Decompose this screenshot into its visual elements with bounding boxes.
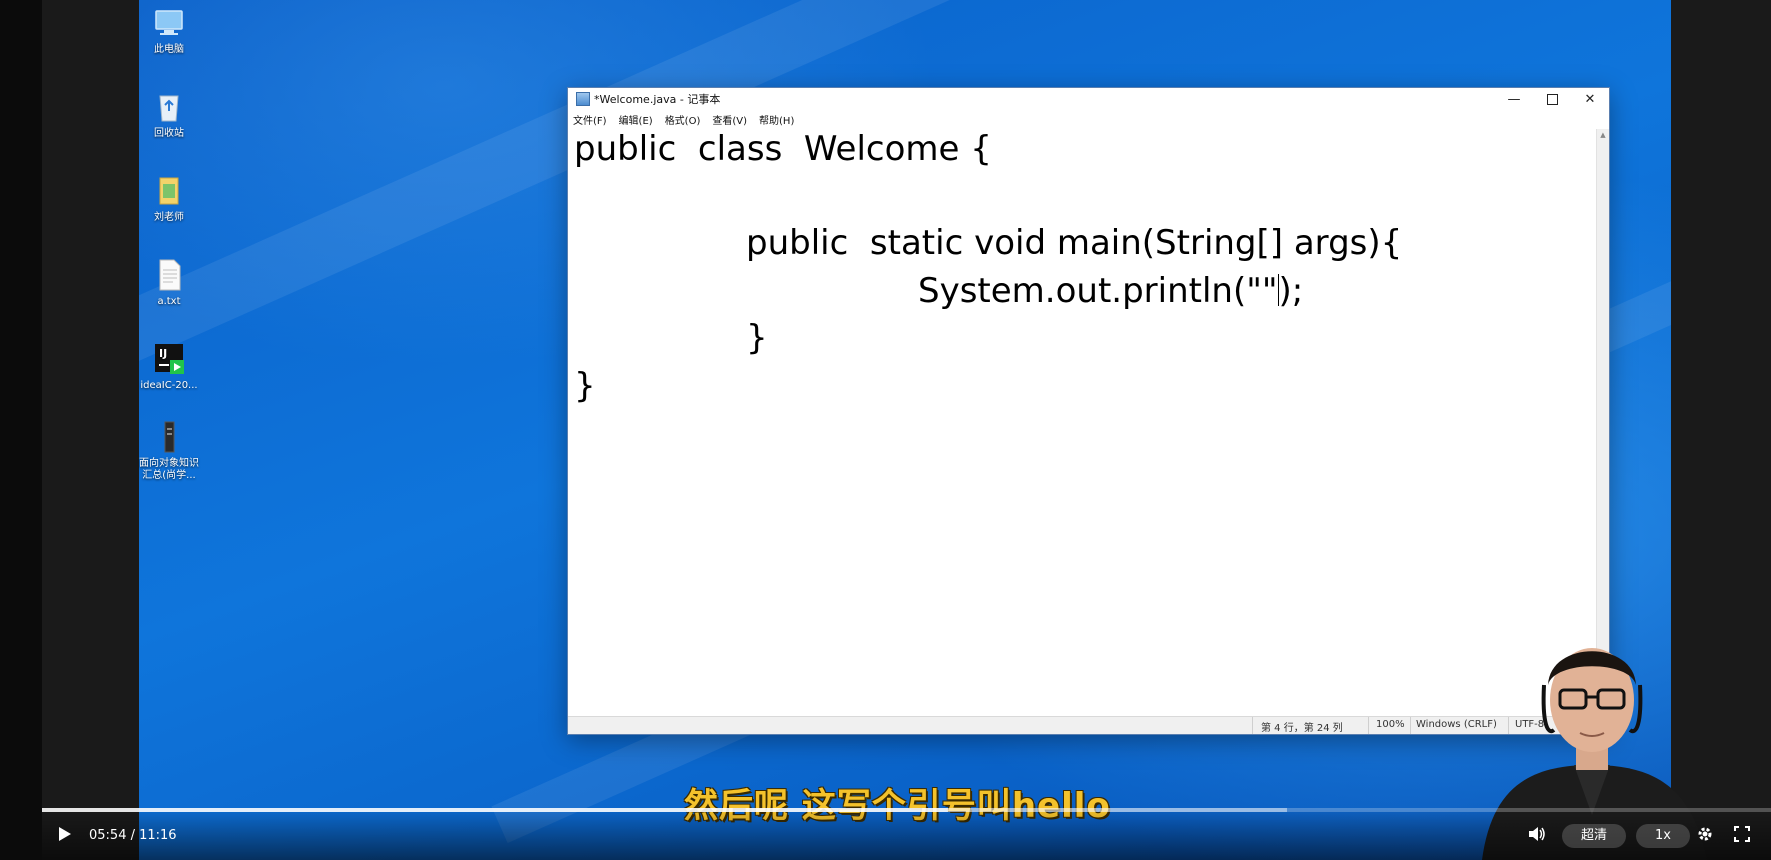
desktop-icon-label: ideaIC-20... bbox=[140, 380, 198, 391]
desktop-icon-recycle-bin[interactable]: 回收站 bbox=[139, 90, 199, 140]
menu-edit[interactable]: 编辑(E) bbox=[619, 112, 653, 127]
desktop-icon-label: a.txt bbox=[157, 296, 181, 307]
fullscreen-button[interactable] bbox=[1734, 826, 1750, 846]
scroll-up-icon[interactable]: ▲ bbox=[1597, 129, 1609, 141]
desktop-icon-this-pc[interactable]: 此电脑 bbox=[139, 6, 199, 56]
player-controls bbox=[42, 808, 1771, 860]
notepad-window[interactable]: *Welcome.java - 记事本 — ✕ 文件(F) 编辑(E) 格式(O… bbox=[567, 87, 1610, 735]
windows-desktop: 此电脑 回收站 刘老师 a.txt IJ ideaIC-20... 面向对象知识… bbox=[139, 0, 1671, 860]
video-frame[interactable]: 此电脑 回收站 刘老师 a.txt IJ ideaIC-20... 面向对象知识… bbox=[42, 0, 1771, 860]
svg-text:IJ: IJ bbox=[159, 347, 167, 360]
buffered-bar bbox=[947, 808, 1287, 812]
desktop-icon-a-txt[interactable]: a.txt bbox=[139, 258, 199, 308]
desktop-icon-label: 回收站 bbox=[154, 128, 184, 139]
code-line-3-after: ); bbox=[1278, 271, 1304, 311]
code-line-3-before: System.out.println("" bbox=[918, 271, 1278, 311]
text-file-icon bbox=[152, 258, 186, 292]
speed-button[interactable]: 1x bbox=[1636, 824, 1690, 848]
speed-label: 1x bbox=[1655, 828, 1671, 843]
desktop-icon-oop-summary[interactable]: 面向对象知识汇总(尚学... bbox=[139, 420, 199, 482]
menu-file[interactable]: 文件(F) bbox=[573, 112, 607, 127]
quality-button[interactable]: 超清 bbox=[1562, 824, 1626, 848]
recycle-bin-icon bbox=[152, 90, 186, 124]
menu-help[interactable]: 帮助(H) bbox=[759, 112, 794, 127]
time-display: 05:54 / 11:16 bbox=[89, 828, 177, 843]
desktop-icon-folder[interactable]: 刘老师 bbox=[139, 174, 199, 224]
played-bar bbox=[42, 808, 948, 812]
maximize-button[interactable] bbox=[1533, 88, 1571, 110]
status-zoom: 100% bbox=[1376, 719, 1405, 730]
menu-format[interactable]: 格式(O) bbox=[665, 112, 701, 127]
maximize-icon bbox=[1546, 93, 1558, 105]
minimize-icon: — bbox=[1507, 91, 1521, 107]
code-line-2: public static void main(String[] args){ bbox=[746, 223, 1403, 263]
close-button[interactable]: ✕ bbox=[1571, 88, 1609, 110]
fullscreen-icon bbox=[1734, 826, 1750, 842]
code-line-5: } bbox=[574, 366, 596, 406]
title-bar[interactable]: *Welcome.java - 记事本 — ✕ bbox=[568, 88, 1609, 110]
gear-icon bbox=[1698, 827, 1712, 841]
progress-bar[interactable] bbox=[42, 808, 1771, 812]
folder-icon bbox=[152, 174, 186, 208]
close-icon: ✕ bbox=[1584, 91, 1596, 107]
play-button[interactable] bbox=[58, 826, 72, 846]
status-bar: 第 4 行，第 24 列 100% Windows (CRLF) UTF-8 bbox=[568, 716, 1609, 734]
settings-button[interactable] bbox=[1697, 826, 1713, 846]
intellij-icon: IJ bbox=[152, 342, 186, 376]
menu-bar: 文件(F) 编辑(E) 格式(O) 查看(V) 帮助(H) bbox=[568, 110, 1609, 128]
desktop-icon-label: 此电脑 bbox=[154, 44, 184, 55]
code-line-4: } bbox=[746, 318, 768, 358]
code-line-1: public class Welcome { bbox=[574, 129, 992, 169]
document-icon bbox=[152, 420, 186, 454]
window-title: *Welcome.java - 记事本 bbox=[594, 93, 721, 106]
status-position: 第 4 行，第 24 列 bbox=[1261, 723, 1343, 734]
desktop-icon-ideaic[interactable]: IJ ideaIC-20... bbox=[139, 342, 199, 392]
menu-view[interactable]: 查看(V) bbox=[712, 112, 747, 127]
text-editor[interactable]: public class Welcome { public static voi… bbox=[568, 129, 1597, 717]
volume-button[interactable] bbox=[1528, 826, 1546, 846]
play-icon bbox=[59, 827, 71, 841]
code-line-3: System.out.println(""); bbox=[918, 271, 1303, 311]
desktop-icon-label: 面向对象知识汇总(尚学... bbox=[139, 458, 199, 481]
computer-icon bbox=[152, 6, 186, 40]
minimize-button[interactable]: — bbox=[1495, 88, 1533, 110]
notepad-icon bbox=[576, 92, 590, 106]
volume-icon bbox=[1529, 827, 1545, 841]
desktop-icon-label: 刘老师 bbox=[154, 212, 184, 223]
quality-label: 超清 bbox=[1580, 828, 1607, 843]
